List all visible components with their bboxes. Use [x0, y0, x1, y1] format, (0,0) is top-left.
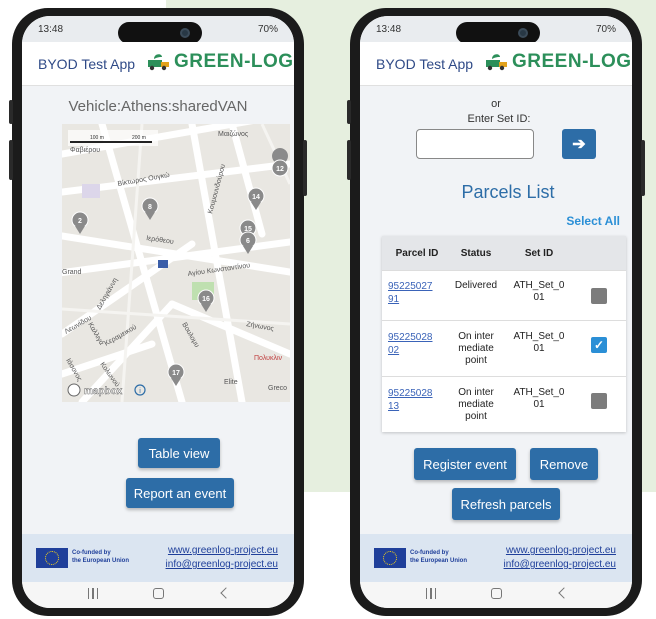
map-scale2-label: 200 m	[132, 135, 146, 141]
recent-apps-icon[interactable]	[88, 588, 98, 599]
parcel-status: On inter mediate point	[458, 387, 494, 422]
eu-flag-icon	[374, 548, 406, 568]
website-link[interactable]: www.greenlog-project.eu	[504, 544, 616, 558]
van-leaf-icon	[486, 54, 507, 71]
footer: Co-funded by the European Union www.gree…	[22, 534, 294, 582]
svg-text:6: 6	[246, 238, 250, 245]
street-label: Πολυκλιν	[254, 355, 283, 362]
street-label: Φαβιέρου	[70, 146, 100, 154]
footer-links: www.greenlog-project.eu info@greenlog-pr…	[504, 544, 616, 572]
remove-button[interactable]: Remove	[530, 448, 598, 480]
status-battery: 70%	[595, 24, 616, 35]
table-row: 95225028 02 On inter mediate point ATH_Set_…	[382, 320, 626, 376]
app-bar: BYOD Test App GREEN-LOG	[360, 42, 632, 86]
eu-funding-text: Co-funded by the European Union	[410, 550, 467, 564]
camera-notch	[456, 22, 540, 44]
screen: 13:48 70% BYOD Test App GREEN-LOG Vehicl…	[22, 16, 294, 608]
phone-map-screen: 13:48 70% BYOD Test App GREEN-LOG Vehicl…	[9, 8, 307, 616]
parcel-id-link[interactable]: 95225027 91	[382, 280, 446, 320]
mapbox-logo: mapbox	[84, 386, 123, 397]
table-view-button[interactable]: Table view	[138, 438, 220, 468]
street-label: Μαιζώνος	[218, 130, 249, 138]
status-time: 13:48	[38, 24, 64, 35]
parcel-id-link[interactable]: 95225028 13	[382, 387, 446, 432]
android-nav-bar	[22, 582, 294, 608]
eu-funding-text: Co-funded by the European Union	[72, 550, 129, 564]
screen: 13:48 70% BYOD Test App GREEN-LOG or Ent…	[360, 16, 632, 608]
app-title: BYOD Test App	[376, 56, 474, 72]
recent-apps-icon[interactable]	[426, 588, 436, 599]
website-link[interactable]: www.greenlog-project.eu	[166, 544, 278, 558]
home-icon[interactable]	[153, 588, 164, 599]
footer: Co-funded by the European Union www.gree…	[360, 534, 632, 582]
greenlog-logo: GREEN-LOG	[146, 51, 294, 73]
logo-text: GREEN-LOG	[512, 51, 632, 72]
set-id-label: Enter Set ID:	[467, 113, 531, 125]
status-time: 13:48	[376, 24, 402, 35]
parcel-set-id: ATH_Set_0 01	[513, 331, 565, 354]
row-checkbox[interactable]	[591, 288, 607, 304]
app-title: BYOD Test App	[38, 56, 136, 72]
column-header: Set ID	[524, 247, 554, 259]
svg-text:14: 14	[252, 194, 260, 201]
arrow-right-icon: ➔	[572, 136, 586, 153]
street-label: Grand	[62, 269, 82, 276]
checkmark-icon: ✓	[593, 338, 605, 352]
greenlog-logo: GREEN-LOG	[484, 51, 632, 73]
map-scale-label: 100 m	[90, 135, 104, 141]
parcels-list-title: Parcels List	[461, 182, 555, 202]
svg-text:17: 17	[172, 370, 180, 377]
parcel-status: On inter mediate point	[458, 331, 494, 366]
row-checkbox-checked[interactable]: ✓	[591, 337, 607, 353]
back-icon[interactable]	[220, 587, 232, 599]
parcel-status: Delivered	[454, 280, 498, 291]
logo-text: GREEN-LOG	[174, 51, 294, 72]
van-leaf-icon	[148, 54, 169, 71]
report-event-button[interactable]: Report an event	[126, 478, 234, 508]
table-row: 95225028 13 On inter mediate point ATH_Set_…	[382, 376, 626, 432]
app-bar: BYOD Test App GREEN-LOG	[22, 42, 294, 86]
select-all-link[interactable]: Select All	[566, 214, 620, 228]
status-battery: 70%	[257, 24, 278, 35]
column-header: Status	[460, 247, 492, 259]
refresh-parcels-button[interactable]: Refresh parcels	[452, 488, 560, 520]
svg-text:2: 2	[78, 218, 82, 225]
column-header: Parcel ID	[395, 247, 439, 259]
set-id-input[interactable]	[416, 129, 534, 159]
submit-set-id-button[interactable]: ➔	[562, 129, 596, 159]
svg-text:8: 8	[148, 204, 152, 211]
footer-links: www.greenlog-project.eu info@greenlog-pr…	[166, 544, 278, 572]
parcel-set-id: ATH_Set_0 01	[513, 280, 565, 303]
android-nav-bar	[360, 582, 632, 608]
back-icon[interactable]	[558, 587, 570, 599]
phone-parcels-screen: 13:48 70% BYOD Test App GREEN-LOG or Ent…	[347, 8, 645, 616]
parcel-id-link[interactable]: 95225028 02	[382, 331, 446, 376]
home-icon[interactable]	[491, 588, 502, 599]
register-event-button[interactable]: Register event	[414, 448, 516, 480]
svg-text:16: 16	[202, 296, 210, 303]
table-header: Parcel ID Status Set ID	[382, 236, 626, 270]
street-label: Elite	[224, 379, 238, 386]
street-label: Greco	[268, 385, 287, 392]
camera-notch	[118, 22, 202, 44]
eu-flag-icon	[36, 548, 68, 568]
map-view[interactable]: 100 m 200 m Φαβιέρου Βίκτωρος Ουγκώ Ιερό…	[62, 124, 290, 402]
parcel-set-id: ATH_Set_0 01	[513, 387, 565, 410]
parcels-table: Parcel ID Status Set ID 95225027 91 Deliv…	[382, 236, 626, 432]
svg-text:12: 12	[276, 166, 284, 173]
vehicle-title: Vehicle:Athens:sharedVAN	[68, 98, 248, 115]
email-link[interactable]: info@greenlog-project.eu	[504, 558, 616, 572]
table-row: 95225027 91 Delivered ATH_Set_0 01	[382, 270, 626, 320]
or-label: or	[491, 98, 501, 110]
parcel-marker[interactable]: 12	[271, 148, 289, 177]
row-checkbox[interactable]	[591, 393, 607, 409]
email-link[interactable]: info@greenlog-project.eu	[166, 558, 278, 572]
